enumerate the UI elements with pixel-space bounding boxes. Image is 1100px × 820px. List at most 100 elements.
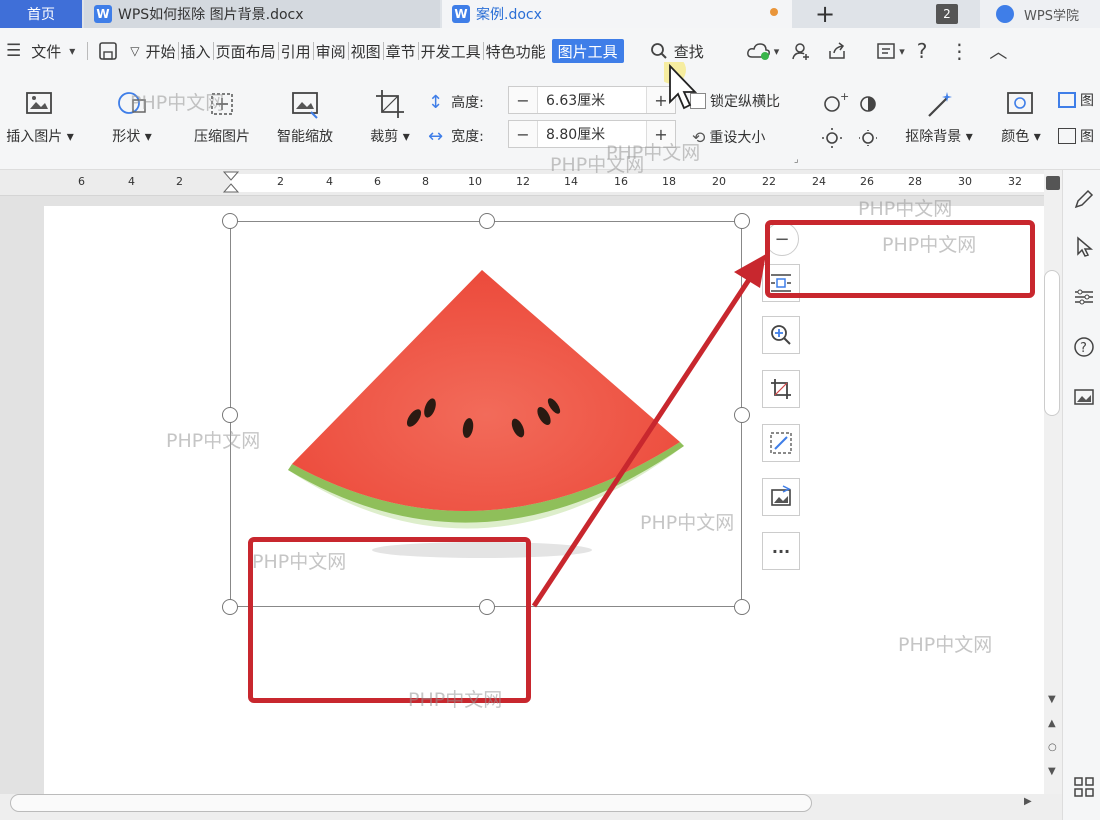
- new-tab-button[interactable]: +: [808, 0, 842, 28]
- picture-effect-button[interactable]: 图: [1058, 126, 1094, 146]
- chevron-down-icon[interactable]: ▾: [774, 45, 780, 58]
- vertical-scrollbar[interactable]: ▼ ▲ ○ ▼: [1044, 170, 1062, 794]
- menu-picture-tools[interactable]: 图片工具: [551, 39, 624, 63]
- vertical-scrollbar-thumb[interactable]: [1044, 270, 1060, 416]
- watermark: PHP中文网: [858, 198, 953, 220]
- smart-zoom-icon: [292, 92, 318, 119]
- ruler-tick-label: 4: [326, 175, 333, 188]
- ruler-tick-label: 26: [860, 175, 874, 188]
- smart-zoom-button[interactable]: 智能缩放: [268, 88, 342, 146]
- tab-document-1[interactable]: W WPS如何抠除 图片背景.docx: [84, 0, 440, 28]
- menu-review[interactable]: 审阅: [314, 39, 348, 63]
- divider: [87, 42, 89, 60]
- pen-icon[interactable]: [1073, 188, 1095, 210]
- more-icon[interactable]: ⋮: [949, 39, 969, 63]
- height-stepper[interactable]: − 6.63厘米 +: [508, 86, 676, 114]
- previous-page-icon[interactable]: ▲: [1048, 718, 1056, 729]
- menu-insert[interactable]: 插入: [179, 39, 213, 63]
- menu-view[interactable]: 视图: [349, 39, 383, 63]
- reset-size-label: 重设大小: [709, 130, 766, 146]
- crop-button[interactable]: 裁剪 ▾: [362, 88, 418, 146]
- chevron-down-icon[interactable]: ▾: [69, 44, 75, 58]
- grid-apps-icon[interactable]: [1073, 776, 1095, 798]
- picture-icon: [26, 92, 52, 114]
- collapse-ribbon-icon[interactable]: ︿: [989, 38, 1007, 64]
- layout-options-icon[interactable]: [875, 41, 897, 61]
- resize-handle-bottom-left[interactable]: [222, 599, 238, 615]
- picture-border-button[interactable]: 图: [1058, 90, 1094, 110]
- magic-wand-icon: [770, 432, 792, 454]
- resize-handle-top[interactable]: [479, 213, 495, 229]
- horizontal-ruler[interactable]: 6 4 2 2 4 6 8 10 12 14 16 18 20 22 24 26…: [0, 170, 1044, 196]
- height-input[interactable]: 6.63厘米: [537, 87, 647, 113]
- color-button[interactable]: 颜色 ▾: [994, 88, 1048, 146]
- color-icon: [1007, 92, 1033, 114]
- resize-handle-top-left[interactable]: [222, 213, 238, 229]
- watermark: PHP中文网: [252, 551, 347, 573]
- resize-handle-left[interactable]: [222, 407, 238, 423]
- settings-sliders-icon[interactable]: [1073, 286, 1095, 308]
- menu-developer[interactable]: 开发工具: [419, 39, 483, 63]
- cloud-sync-icon[interactable]: [746, 41, 772, 61]
- right-task-pane-bar: ?: [1062, 170, 1100, 820]
- help-circle-icon[interactable]: ?: [1073, 336, 1095, 358]
- tab-home[interactable]: 首页: [0, 0, 82, 28]
- dialog-launcher-icon[interactable]: ⌟: [794, 154, 799, 165]
- insert-picture-button[interactable]: 插入图片 ▾: [0, 88, 80, 146]
- scroll-right-icon[interactable]: ▶: [1024, 796, 1032, 807]
- menu-special-features[interactable]: 特色功能: [484, 39, 548, 63]
- menu-page-layout[interactable]: 页面布局: [214, 39, 278, 63]
- watermark: PHP中文网: [550, 154, 645, 176]
- watermark: PHP中文网: [166, 430, 261, 452]
- indent-marker-icon[interactable]: [222, 170, 240, 196]
- select-browse-object-icon[interactable]: ○: [1048, 742, 1057, 753]
- insert-picture-label: 插入图片: [6, 129, 63, 145]
- chevron-down-icon[interactable]: ▾: [899, 45, 905, 58]
- svg-text:?: ?: [1080, 341, 1087, 356]
- menu-file[interactable]: 文件: [29, 39, 63, 63]
- next-page-icon[interactable]: ▼: [1048, 766, 1056, 777]
- mouse-pointer-icon: [664, 62, 698, 110]
- magic-wand-icon: [928, 92, 952, 117]
- ruler-tick-label: 30: [958, 175, 972, 188]
- width-decrease-button[interactable]: −: [509, 121, 537, 147]
- wps-writer-icon: W: [452, 5, 470, 23]
- tab-home-label: 首页: [27, 7, 55, 23]
- resize-handle-top-right[interactable]: [734, 213, 750, 229]
- search-icon[interactable]: [650, 42, 668, 60]
- picture-border-label: 图: [1080, 93, 1094, 109]
- picture-panel-icon[interactable]: [1073, 386, 1095, 408]
- menu-find[interactable]: 查找: [672, 39, 706, 63]
- reset-size-button[interactable]: ⟲ 重设大小: [692, 124, 765, 150]
- menu-chapter[interactable]: 章节: [384, 39, 418, 63]
- menu-references[interactable]: 引用: [279, 39, 313, 63]
- ruler-tick-label: 12: [516, 175, 530, 188]
- watermark: PHP中文网: [640, 512, 735, 534]
- share-icon[interactable]: [827, 41, 847, 61]
- quick-access-dropdown-icon[interactable]: ▽: [130, 44, 139, 58]
- window-count-badge[interactable]: 2: [936, 4, 958, 24]
- select-pointer-icon[interactable]: [1073, 236, 1095, 258]
- height-decrease-button[interactable]: −: [509, 87, 537, 113]
- tab-document-2[interactable]: W 案例.docx: [442, 0, 792, 28]
- hamburger-menu-icon[interactable]: ☰: [6, 41, 21, 61]
- compress-picture-label: 压缩图片: [194, 129, 250, 145]
- add-user-icon[interactable]: [791, 41, 811, 61]
- save-icon[interactable]: [98, 41, 118, 61]
- tab-document-2-label: 案例.docx: [476, 7, 542, 23]
- menu-start[interactable]: 开始: [144, 39, 178, 63]
- remove-background-button[interactable]: 抠除背景 ▾: [896, 88, 982, 146]
- tab-bar: 首页 W WPS如何抠除 图片背景.docx W 案例.docx + 2 WPS…: [0, 0, 1100, 28]
- ruler-tick-label: 22: [762, 175, 776, 188]
- width-icon: ↔: [428, 125, 444, 147]
- scroll-down-icon[interactable]: ▼: [1048, 694, 1056, 705]
- tab-wps-academy[interactable]: WPS学院: [980, 0, 1100, 28]
- brightness-contrast-icons[interactable]: +: [820, 92, 880, 156]
- ruler-tick-label: 4: [128, 175, 135, 188]
- horizontal-scrollbar-thumb[interactable]: [10, 794, 812, 812]
- tab-wps-academy-label: WPS学院: [1024, 8, 1079, 24]
- watermark: PHP中文网: [898, 634, 993, 656]
- help-icon[interactable]: ?: [917, 39, 928, 63]
- ruler-tick-label: 2: [176, 175, 183, 188]
- height-field-label: ↕ 高度:: [428, 88, 484, 116]
